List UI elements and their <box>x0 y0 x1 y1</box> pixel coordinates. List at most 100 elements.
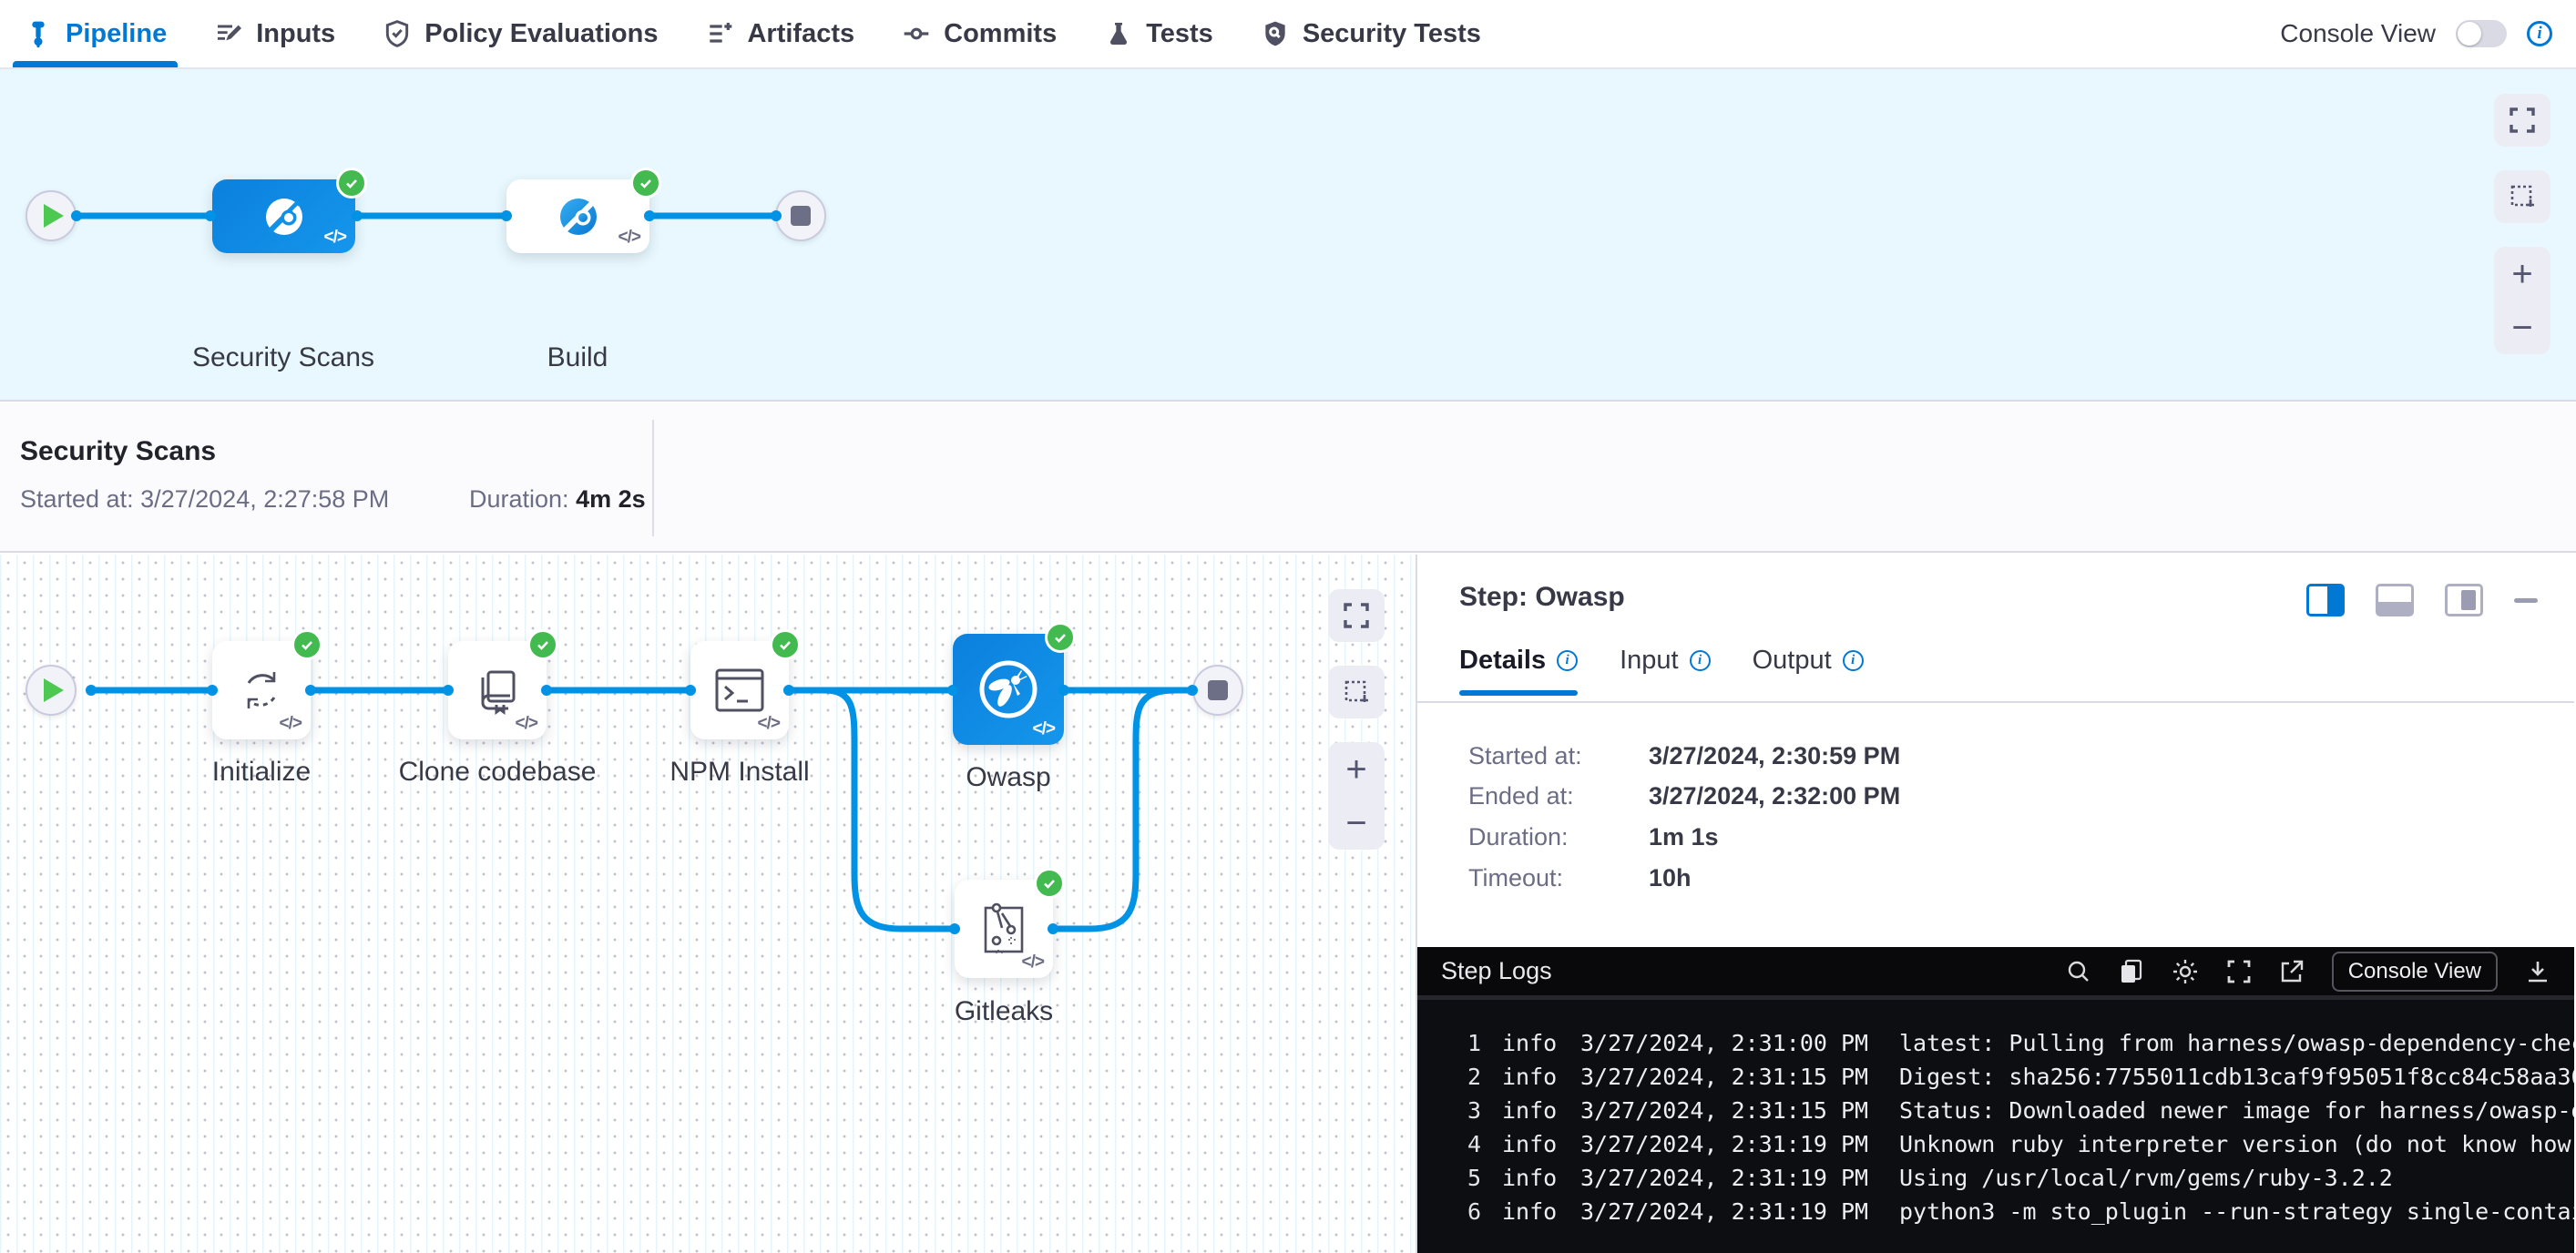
copy-icon[interactable] <box>2119 959 2144 984</box>
step-label[interactable]: Clone codebase <box>399 757 597 788</box>
success-badge <box>630 168 661 199</box>
settings-gear-icon[interactable] <box>2172 958 2199 985</box>
tab-commits[interactable]: Commits <box>902 0 1057 67</box>
stage-card-security-scans[interactable]: </> <box>212 179 355 253</box>
nav-right: Console View i <box>2280 19 2552 48</box>
zoom-in-button[interactable]: + <box>1345 751 1366 788</box>
log-line: 2info3/27/2024, 2:31:15 PMDigest: sha256… <box>1417 1060 2574 1094</box>
info-icon[interactable]: i <box>1843 650 1864 671</box>
console-view-button[interactable]: Console View <box>2332 952 2498 992</box>
expand-icon[interactable] <box>2226 959 2252 984</box>
connector-port <box>541 685 552 696</box>
tab-output[interactable]: Output i <box>1753 646 1864 696</box>
divider <box>652 420 654 536</box>
step-start-node[interactable] <box>26 665 77 716</box>
tab-input[interactable]: Input i <box>1620 646 1711 696</box>
success-badge <box>770 629 801 660</box>
tab-tests[interactable]: Tests <box>1104 0 1213 67</box>
security-shield-icon <box>1261 19 1290 48</box>
book-icon <box>472 665 523 716</box>
stage-label[interactable]: Build <box>547 342 608 373</box>
artifacts-icon <box>705 19 734 48</box>
connector-port <box>501 210 512 221</box>
tab-pipeline[interactable]: Pipeline <box>24 0 167 67</box>
tab-security-tests[interactable]: Security Tests <box>1261 0 1481 67</box>
tab-label: Details <box>1459 646 1546 676</box>
connector-port <box>86 685 97 696</box>
split-right-view-button[interactable] <box>2306 584 2345 616</box>
connector-port <box>1058 685 1069 696</box>
stage-canvas-controls: + − <box>2494 94 2550 354</box>
stage-label[interactable]: Security Scans <box>192 342 374 373</box>
lower-split: </> Initialize </> Clone codebase <box>0 555 2576 1253</box>
zoom-controls: + − <box>2494 247 2550 354</box>
stage-graph-canvas[interactable]: </> Security Scans </> Build <box>0 69 2576 402</box>
success-badge <box>291 629 322 660</box>
stage-start-node[interactable] <box>26 190 77 241</box>
step-canvas-controls: + − <box>1328 589 1385 850</box>
zoom-out-button[interactable]: − <box>2511 310 2532 346</box>
marquee-select-button[interactable] <box>1328 666 1385 718</box>
tab-label: Output <box>1753 646 1832 676</box>
step-label[interactable]: Gitleaks <box>955 996 1053 1027</box>
stage-card-build[interactable]: </> <box>506 179 649 253</box>
gitleaks-icon <box>980 901 1027 957</box>
step-card-initialize[interactable]: </> <box>212 641 311 739</box>
active-tab-underline <box>13 61 178 67</box>
step-label[interactable]: Owasp <box>966 762 1050 793</box>
panel-layout-controls <box>2306 584 2538 616</box>
info-icon[interactable]: i <box>1557 650 1578 671</box>
step-card-owasp[interactable]: </> <box>953 634 1064 745</box>
tab-details[interactable]: Details i <box>1459 646 1578 696</box>
success-badge <box>1034 868 1065 899</box>
connector-port <box>443 685 454 696</box>
open-in-new-icon[interactable] <box>2279 959 2305 984</box>
console-view-toggle[interactable] <box>2456 20 2507 47</box>
step-label[interactable]: NPM Install <box>670 757 809 788</box>
success-badge <box>336 168 367 199</box>
step-graph-canvas[interactable]: </> Initialize </> Clone codebase <box>0 555 1417 1253</box>
connector-port <box>1048 923 1058 934</box>
nav-tab-label: Tests <box>1146 19 1213 49</box>
pipeline-icon <box>24 19 53 48</box>
connector-port <box>1187 685 1198 696</box>
step-logs-body[interactable]: 1info3/27/2024, 2:31:00 PMlatest: Pullin… <box>1417 1004 2574 1253</box>
connector-port <box>771 210 782 221</box>
search-icon[interactable] <box>2066 959 2091 984</box>
step-card-gitleaks[interactable]: </> <box>955 880 1053 978</box>
play-icon <box>44 204 64 228</box>
tab-artifacts[interactable]: Artifacts <box>705 0 854 67</box>
fullscreen-button[interactable] <box>1328 589 1385 642</box>
split-bottom-view-button[interactable] <box>2376 584 2414 616</box>
download-icon[interactable] <box>2525 959 2550 984</box>
zoom-controls: + − <box>1328 742 1385 850</box>
tab-inputs[interactable]: Inputs <box>214 0 335 67</box>
connector-port <box>205 210 216 221</box>
fullscreen-button[interactable] <box>2494 94 2550 147</box>
tab-policy-evaluations[interactable]: Policy Evaluations <box>383 0 658 67</box>
step-logs-panel: Step Logs Console View 1info3/27/202 <box>1417 947 2574 1253</box>
step-details-panel: Step: Owasp Details i Input i Output <box>1417 555 2574 1253</box>
play-icon <box>44 678 64 702</box>
minimize-panel-button[interactable] <box>2514 598 2538 603</box>
stage-end-node[interactable] <box>775 190 826 241</box>
flask-icon <box>1104 19 1133 48</box>
step-card-clone-codebase[interactable]: </> <box>448 641 547 739</box>
nav-tabs: Pipeline Inputs Policy Evaluations Artif… <box>24 0 1481 67</box>
info-icon[interactable]: i <box>1690 650 1711 671</box>
toggle-knob <box>2458 22 2481 46</box>
log-line: 4info3/27/2024, 2:31:19 PMUnknown ruby i… <box>1417 1127 2574 1161</box>
nav-tab-label: Artifacts <box>747 19 854 49</box>
zoom-out-button[interactable]: − <box>1345 805 1366 841</box>
step-label[interactable]: Initialize <box>212 757 311 788</box>
code-tag-icon: </> <box>280 714 302 734</box>
info-icon[interactable]: i <box>2527 21 2552 46</box>
nav-tab-label: Policy Evaluations <box>424 19 658 49</box>
step-end-node[interactable] <box>1192 665 1243 716</box>
log-line: 1info3/27/2024, 2:31:00 PMlatest: Pullin… <box>1417 1026 2574 1060</box>
floating-view-button[interactable] <box>2445 584 2483 616</box>
marquee-select-button[interactable] <box>2494 170 2550 223</box>
step-card-npm-install[interactable]: </> <box>690 641 789 739</box>
zoom-in-button[interactable]: + <box>2511 256 2532 292</box>
stage-connectors <box>0 69 911 402</box>
